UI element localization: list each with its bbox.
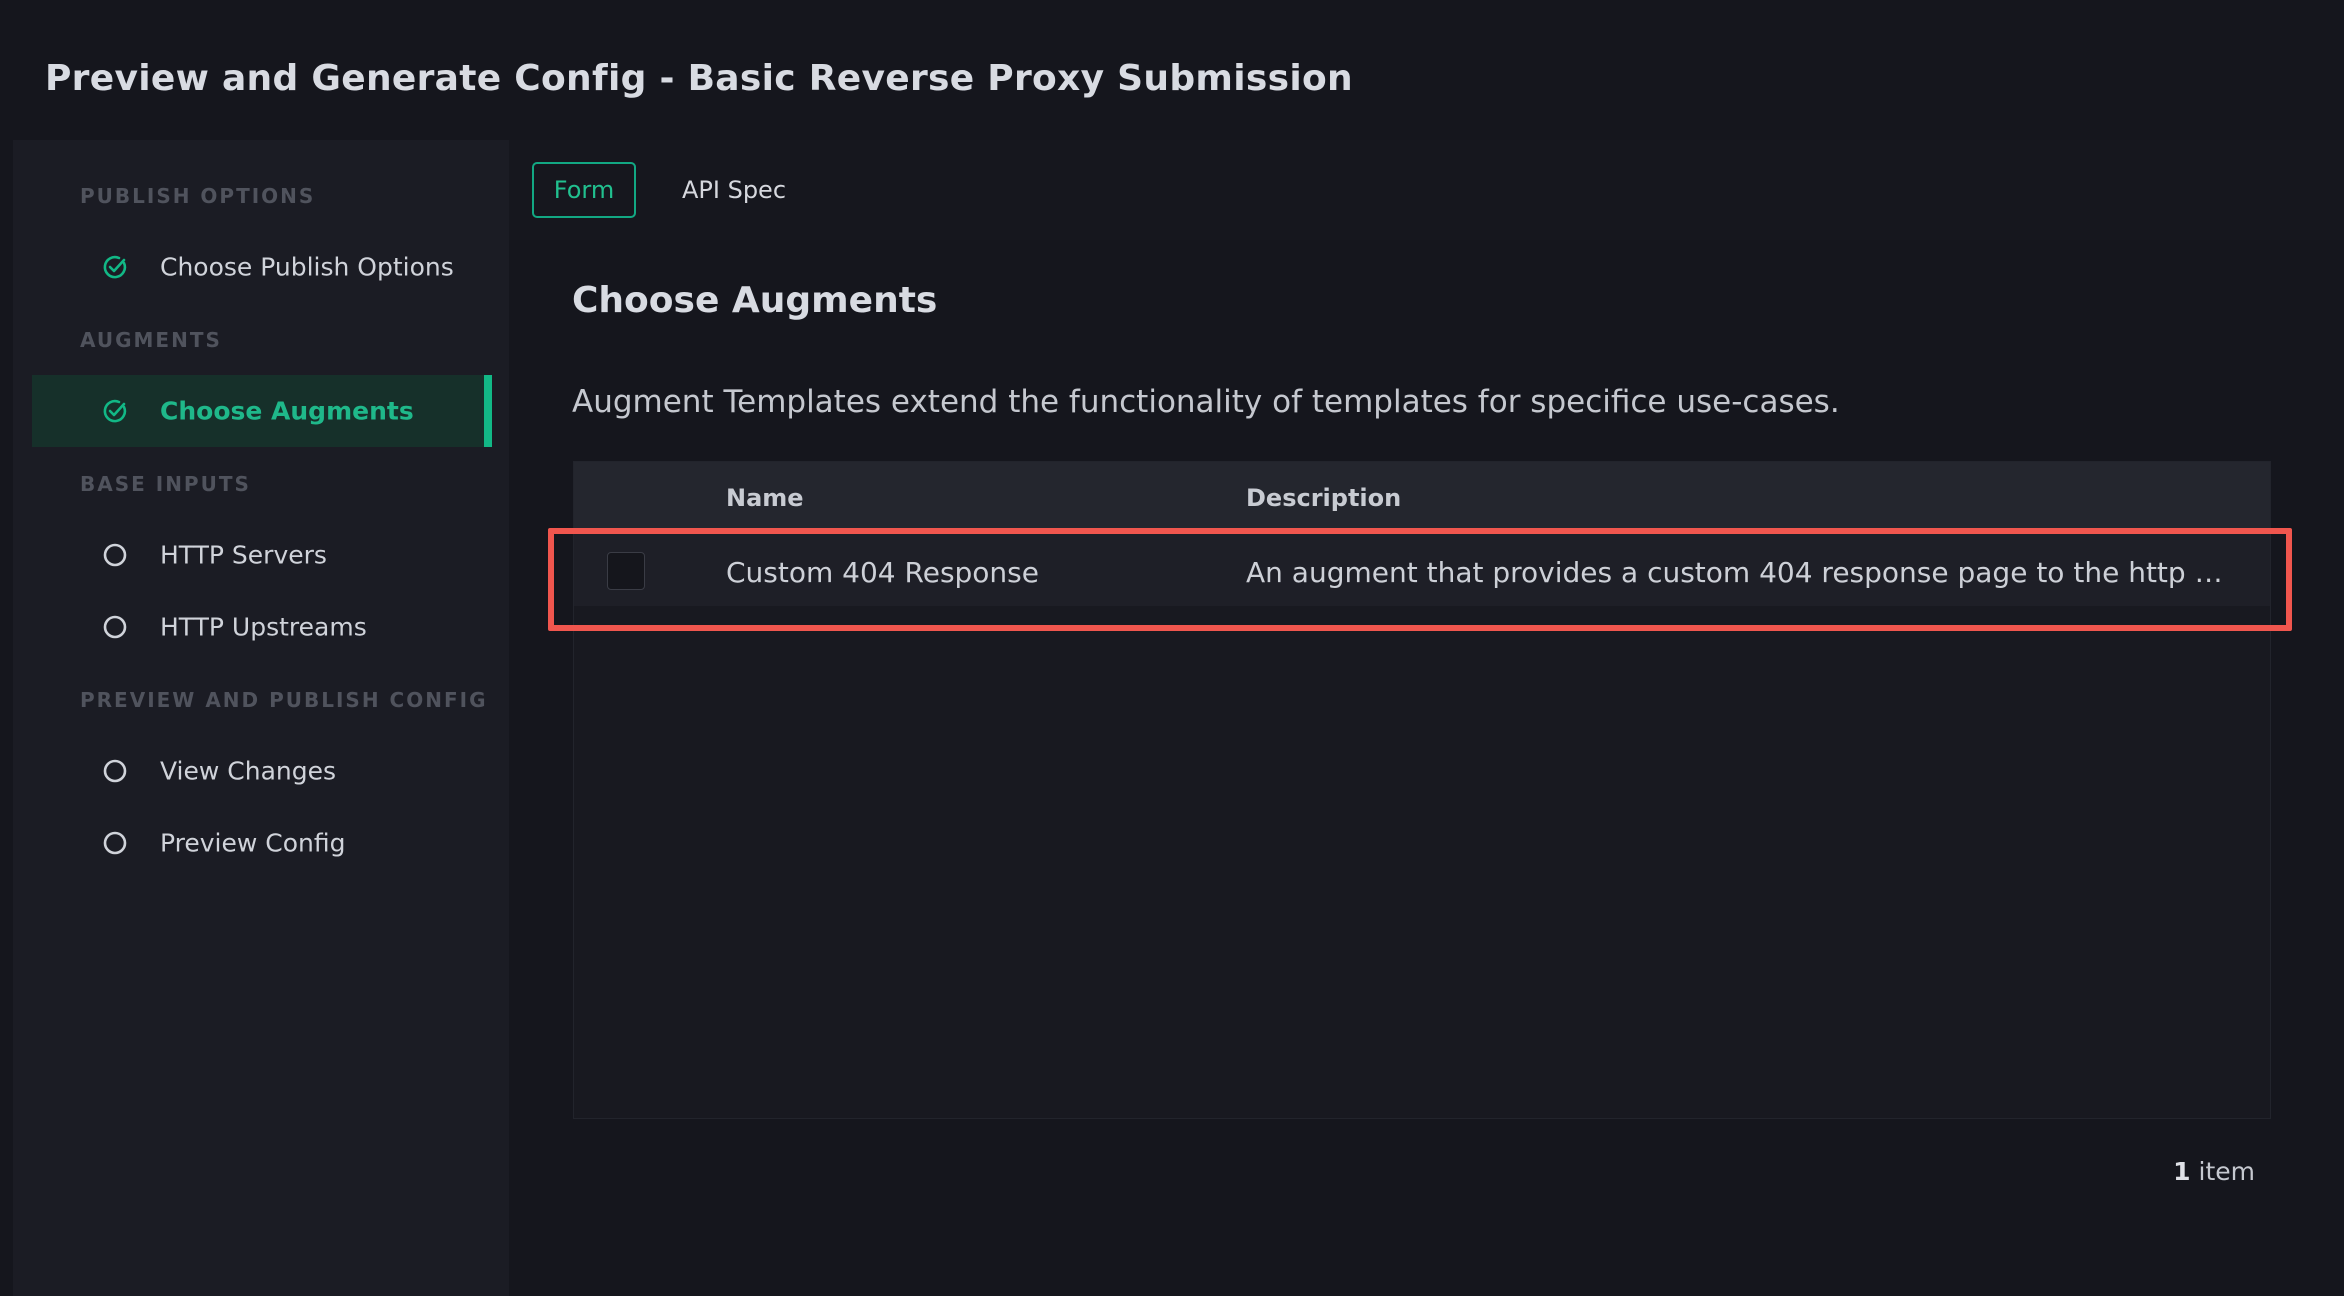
sidebar-item-choose-augments[interactable]: Choose Augments xyxy=(32,375,492,447)
sidebar-item-label: HTTP Upstreams xyxy=(160,612,367,642)
tab-bar: Form API Spec xyxy=(509,140,2344,240)
item-count-number: 1 xyxy=(2173,1157,2191,1186)
table-header: Name Description xyxy=(574,462,2270,528)
section-label-base-inputs: BASE INPUTS xyxy=(80,472,251,496)
empty-circle-icon xyxy=(103,543,127,567)
sidebar-item-http-servers[interactable]: HTTP Servers xyxy=(32,519,492,591)
tab-api-spec[interactable]: API Spec xyxy=(669,162,799,218)
column-header-description[interactable]: Description xyxy=(1246,484,1401,512)
sidebar-item-choose-publish-options[interactable]: Choose Publish Options xyxy=(32,231,492,303)
wizard-sidebar: PUBLISH OPTIONS Choose Publish Options A… xyxy=(13,140,509,1296)
section-description: Augment Templates extend the functionali… xyxy=(572,384,1840,420)
check-circle-icon xyxy=(103,399,127,423)
row-highlight-outline xyxy=(548,528,2292,631)
sidebar-item-label: View Changes xyxy=(160,756,337,786)
section-label-augments: AUGMENTS xyxy=(80,328,222,352)
column-header-name[interactable]: Name xyxy=(726,484,804,512)
sidebar-item-label: Choose Augments xyxy=(160,396,414,426)
item-count: 1 item xyxy=(2173,1157,2255,1186)
sidebar-item-label: Preview Config xyxy=(160,828,346,858)
section-label-publish-options: PUBLISH OPTIONS xyxy=(80,184,316,208)
sidebar-item-view-changes[interactable]: View Changes xyxy=(32,735,492,807)
empty-circle-icon xyxy=(103,759,127,783)
item-count-label: item xyxy=(2190,1157,2256,1186)
empty-circle-icon xyxy=(103,615,127,639)
sidebar-item-http-upstreams[interactable]: HTTP Upstreams xyxy=(32,591,492,663)
sidebar-item-label: Choose Publish Options xyxy=(160,252,454,282)
check-circle-icon xyxy=(103,255,127,279)
tab-form[interactable]: Form xyxy=(532,162,636,218)
section-label-preview-and-publish-config: PREVIEW AND PUBLISH CONFIG xyxy=(80,688,488,712)
empty-circle-icon xyxy=(103,831,127,855)
section-heading: Choose Augments xyxy=(572,280,938,321)
page-title: Preview and Generate Config - Basic Reve… xyxy=(45,58,1353,99)
sidebar-item-label: HTTP Servers xyxy=(160,540,327,570)
sidebar-item-preview-config[interactable]: Preview Config xyxy=(32,807,492,879)
